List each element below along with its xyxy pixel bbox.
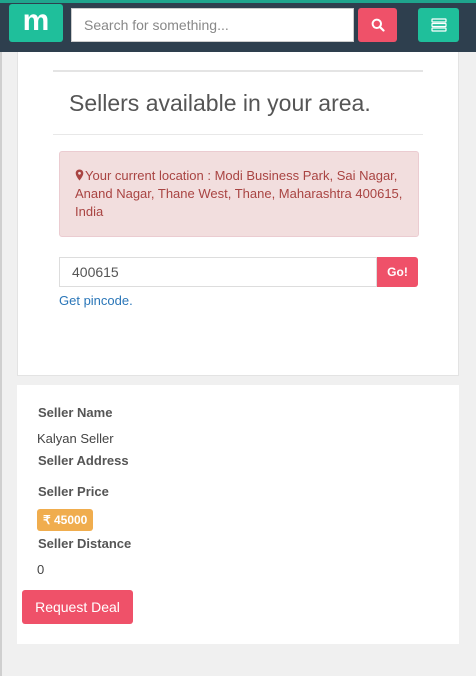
- get-pincode-link[interactable]: Get pincode.: [59, 293, 133, 308]
- pincode-input[interactable]: [59, 257, 377, 287]
- menu-list-icon: [430, 18, 447, 32]
- navbar: m: [0, 0, 476, 52]
- request-deal-button[interactable]: Request Deal: [22, 590, 133, 624]
- current-location-text: Your current location : Modi Business Pa…: [75, 168, 403, 219]
- seller-distance-label: Seller Distance: [38, 536, 132, 551]
- seller-price-label: Seller Price: [38, 484, 109, 499]
- page: m Sellers available in your area. Your c…: [0, 0, 476, 676]
- divider: [53, 70, 423, 72]
- divider: [53, 134, 423, 135]
- page-title: Sellers available in your area.: [69, 90, 371, 116]
- menu-button[interactable]: [418, 8, 459, 42]
- search-button[interactable]: [358, 8, 397, 42]
- seller-name-label: Seller Name: [38, 405, 113, 420]
- search-input[interactable]: [71, 8, 354, 42]
- page-left-border: [0, 0, 2, 676]
- seller-name-value: Kalyan Seller: [37, 431, 114, 446]
- seller-distance-value: 0: [37, 562, 45, 577]
- seller-card: Seller Name Kalyan Seller Seller Address…: [17, 385, 459, 644]
- map-marker-icon: [75, 169, 84, 181]
- go-button[interactable]: Go!: [377, 257, 418, 287]
- search-icon: [371, 18, 385, 32]
- logo[interactable]: m: [9, 4, 63, 42]
- current-location-alert: Your current location : Modi Business Pa…: [59, 151, 419, 237]
- location-card: Sellers available in your area. Your cur…: [17, 52, 459, 376]
- navbar-accent-line: [0, 0, 476, 3]
- price-badge: ₹ 45000: [37, 509, 94, 531]
- seller-address-label: Seller Address: [38, 453, 129, 468]
